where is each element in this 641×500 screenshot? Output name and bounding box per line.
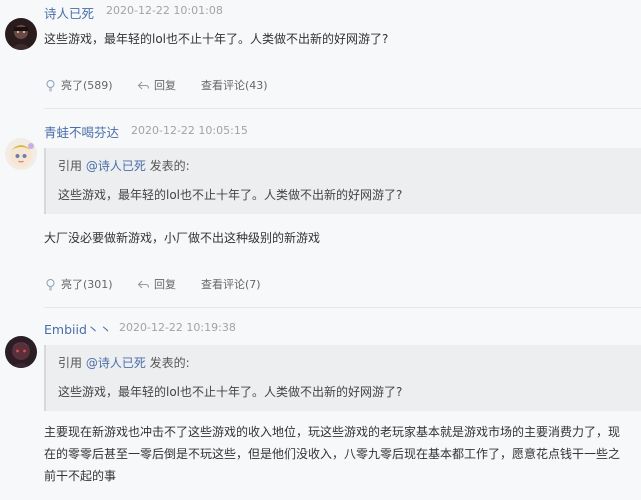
comment-item: 诗人已死 2020-12-22 10:01:08 这些游戏，最年轻的lol也不止… bbox=[0, 0, 641, 108]
comment-text: 主要现在新游戏也冲击不了这些游戏的收入地位，玩这些游戏的老玩家基本就是游戏市场的… bbox=[44, 421, 636, 487]
comment-author[interactable]: Embiid丶丶 bbox=[44, 319, 112, 338]
quote-user-link[interactable]: @诗人已死 bbox=[86, 356, 146, 370]
divider bbox=[44, 307, 641, 308]
reply-arrow-icon bbox=[137, 280, 150, 288]
quote-suffix: 发表的: bbox=[145, 356, 190, 370]
quote-text: 这些游戏，最年轻的lol也不止十年了。人类做不出新的好网游了? bbox=[58, 385, 403, 399]
comment-time: 2020-12-22 10:01:08 bbox=[106, 4, 223, 17]
avatar[interactable] bbox=[5, 138, 37, 170]
quote-text: 这些游戏，最年轻的lol也不止十年了。人类做不出新的好网游了? bbox=[58, 188, 403, 202]
like-count: 亮了(301) bbox=[61, 278, 113, 291]
like-button[interactable]: 亮了(589) bbox=[44, 77, 113, 93]
comment-author[interactable]: 青蛙不喝芬达 bbox=[44, 122, 119, 141]
reply-arrow-icon bbox=[137, 81, 150, 89]
comment-time: 2020-12-22 10:19:38 bbox=[119, 321, 236, 334]
comment-text: 大厂没必要做新游戏，小厂做不出这种级别的新游戏 bbox=[44, 231, 321, 245]
quote-suffix: 发表的: bbox=[145, 159, 190, 173]
quote-block: 引用 @诗人已死 发表的: 这些游戏，最年轻的lol也不止十年了。人类做不出新的… bbox=[44, 345, 641, 411]
reply-button[interactable]: 回复 bbox=[137, 276, 176, 292]
divider bbox=[44, 108, 641, 109]
reply-label: 回复 bbox=[154, 278, 176, 291]
quote-prefix: 引用 bbox=[58, 159, 86, 173]
view-comments-link[interactable]: 查看评论(43) bbox=[201, 77, 268, 93]
view-comments-label: 查看评论(7) bbox=[201, 278, 261, 291]
quote-prefix: 引用 bbox=[58, 356, 86, 370]
comment-text-line: 主要现在新游戏也冲击不了这些游戏的收入地位，玩这些游戏的老玩家基本就是游戏市场的… bbox=[44, 425, 621, 439]
quote-user-link[interactable]: @诗人已死 bbox=[86, 159, 146, 173]
lightbulb-icon bbox=[46, 278, 55, 290]
reply-button[interactable]: 回复 bbox=[137, 77, 176, 93]
reply-label: 回复 bbox=[154, 79, 176, 92]
quote-header: 引用 @诗人已死 发表的: bbox=[58, 157, 190, 174]
avatar[interactable] bbox=[5, 336, 37, 368]
comment-text: 这些游戏，最年轻的lol也不止十年了。人类做不出新的好网游了? bbox=[44, 32, 389, 46]
lightbulb-icon bbox=[46, 79, 55, 91]
like-button[interactable]: 亮了(301) bbox=[44, 276, 113, 292]
comment-item: Embiid丶丶 2020-12-22 10:19:38 引用 @诗人已死 发表… bbox=[0, 314, 641, 500]
avatar[interactable] bbox=[5, 18, 37, 50]
comment-text-line: 在的零零后甚至一零后倒是不玩这些，但是他们没收入，八零九零后现在基本都工作了，愿… bbox=[44, 447, 621, 461]
quote-block: 引用 @诗人已死 发表的: 这些游戏，最年轻的lol也不止十年了。人类做不出新的… bbox=[44, 148, 641, 214]
like-count: 亮了(589) bbox=[61, 79, 113, 92]
comment-item: 青蛙不喝芬达 2020-12-22 10:05:15 引用 @诗人已死 发表的:… bbox=[0, 117, 641, 307]
comment-list: 诗人已死 2020-12-22 10:01:08 这些游戏，最年轻的lol也不止… bbox=[0, 0, 641, 500]
quote-header: 引用 @诗人已死 发表的: bbox=[58, 354, 190, 371]
comment-text-line: 前干不起的事 bbox=[44, 469, 117, 483]
view-comments-label: 查看评论(43) bbox=[201, 79, 268, 92]
comment-time: 2020-12-22 10:05:15 bbox=[131, 124, 248, 137]
view-comments-link[interactable]: 查看评论(7) bbox=[201, 276, 261, 292]
comment-author[interactable]: 诗人已死 bbox=[44, 3, 94, 22]
